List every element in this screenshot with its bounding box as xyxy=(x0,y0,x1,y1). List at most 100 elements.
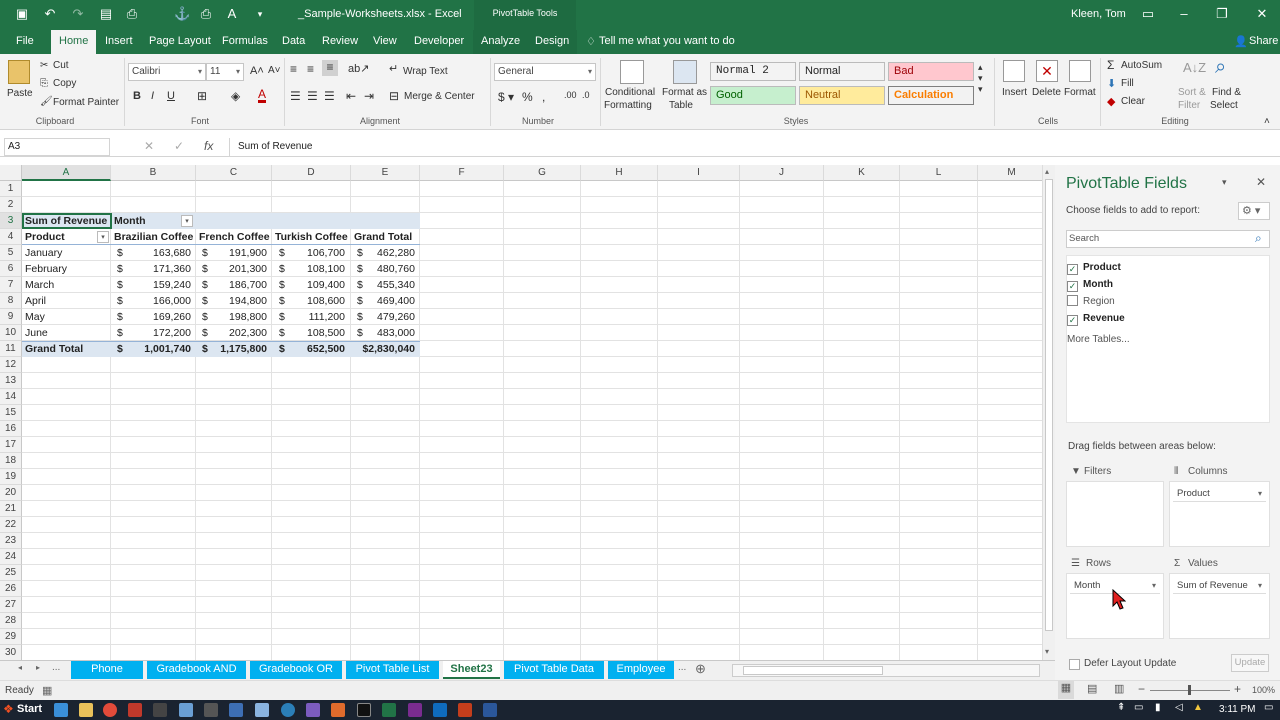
format-cells-button[interactable]: Format xyxy=(1064,87,1096,98)
outlook-icon[interactable] xyxy=(433,703,447,717)
styles-scroll-icon[interactable]: ▴ ▾ ▾ xyxy=(978,62,983,95)
row-header-16[interactable]: 16 xyxy=(0,421,22,437)
style-normal-2[interactable]: Normal 2 xyxy=(710,62,796,81)
number-format-select[interactable]: General xyxy=(494,63,596,81)
style-good[interactable]: Good xyxy=(710,86,796,105)
filters-drop-area[interactable] xyxy=(1066,481,1164,547)
row-header-12[interactable]: 12 xyxy=(0,357,22,373)
insert-function-icon[interactable]: fx xyxy=(204,139,213,153)
new-file-icon[interactable]: ▤ xyxy=(98,6,114,22)
field-region[interactable]: Region xyxy=(1067,294,1115,310)
row-header-14[interactable]: 14 xyxy=(0,389,22,405)
row-header-27[interactable]: 27 xyxy=(0,597,22,613)
sheet-tab-employee[interactable]: Employee E xyxy=(608,661,674,679)
grand-total-turkish[interactable]: 652,500 xyxy=(290,341,348,357)
align-right-icon[interactable]: ☰ xyxy=(324,89,335,103)
tab-home[interactable]: Home xyxy=(51,30,97,55)
pivot-row-grand-total[interactable]: 462,280 xyxy=(368,245,418,261)
format-painter-icon[interactable]: 🖌 xyxy=(40,96,53,107)
print-preview-icon[interactable]: ⎙ xyxy=(124,6,140,22)
defer-checkbox[interactable] xyxy=(1069,659,1080,670)
app-icon-6[interactable] xyxy=(179,703,193,717)
style-calculation[interactable]: Calculation xyxy=(888,86,974,105)
format-as-table-button[interactable]: Format as xyxy=(662,87,707,98)
select-all-corner[interactable] xyxy=(0,165,22,181)
pivot-value-cell[interactable]: 111,200 xyxy=(290,309,348,325)
font-color-icon[interactable]: A xyxy=(224,6,240,22)
pivot-value-cell[interactable]: 108,500 xyxy=(290,325,348,341)
paste-button[interactable]: Paste xyxy=(7,88,33,99)
powerpoint-icon[interactable] xyxy=(458,703,472,717)
redo-icon[interactable]: ↷ xyxy=(70,6,86,22)
pivot-value-cell[interactable]: 198,800 xyxy=(213,309,270,325)
borders-icon[interactable]: ⊞ xyxy=(197,89,207,103)
grand-total-brazilian[interactable]: 1,001,740 xyxy=(128,341,194,357)
merge-center-button[interactable]: Merge & Center xyxy=(404,91,475,102)
orientation-icon[interactable]: ab↗ xyxy=(348,62,369,75)
shrink-font-icon[interactable]: A˅ xyxy=(268,65,281,76)
cut-button[interactable]: Cut xyxy=(53,60,69,71)
sort-filter-label2[interactable]: Filter xyxy=(1178,100,1200,111)
app-icon-4[interactable] xyxy=(128,703,142,717)
enter-icon[interactable]: ✓ xyxy=(174,139,184,153)
checkbox-product[interactable]: ✓ xyxy=(1067,264,1078,275)
fill-icon[interactable]: ⬇ xyxy=(1107,77,1116,90)
app-icon-11[interactable] xyxy=(306,703,320,717)
columns-drop-area[interactable]: Product xyxy=(1169,481,1270,547)
find-select-icon[interactable]: ⌕ xyxy=(1215,56,1226,79)
formula-input[interactable]: Sum of Revenue xyxy=(229,138,1275,156)
horizontal-scrollbar[interactable] xyxy=(732,664,1040,677)
conditional-formatting-label2[interactable]: Formatting xyxy=(604,100,652,111)
notifications-icon[interactable]: ▭ xyxy=(1264,702,1273,713)
worksheet-grid[interactable]: ABCDEFGHIJKLM 1 2 3 4 5 6 7 8 9 10 11 12 13 14 15 16 17 1… xyxy=(0,165,1042,660)
field-search-box[interactable]: Search ⌕ xyxy=(1066,230,1270,248)
conditional-formatting-icon[interactable] xyxy=(620,60,644,84)
sheet-tab-gradebook-or[interactable]: Gradebook OR xyxy=(250,661,342,679)
paste-icon[interactable] xyxy=(8,60,30,84)
pivot-value-cell[interactable]: 169,260 xyxy=(128,309,194,325)
delete-cells-button[interactable]: Delete xyxy=(1032,87,1061,98)
close-icon[interactable]: ✕ xyxy=(1254,6,1270,22)
style-neutral[interactable]: Neutral xyxy=(799,86,885,105)
font-color-icon[interactable]: A xyxy=(258,88,267,103)
zoom-out-icon[interactable]: − xyxy=(1138,682,1145,696)
row-header-26[interactable]: 26 xyxy=(0,581,22,597)
values-drop-area[interactable]: Sum of Revenue xyxy=(1169,573,1270,639)
pivot-value-cell[interactable]: 109,400 xyxy=(290,277,348,293)
checkbox-revenue[interactable]: ✓ xyxy=(1067,315,1078,326)
pivot-header-brazilian[interactable]: Brazilian Coffee xyxy=(111,229,196,245)
print-icon[interactable]: ⎙ xyxy=(198,6,214,22)
increase-indent-icon[interactable]: ⇥ xyxy=(364,89,374,103)
zoom-slider-thumb[interactable] xyxy=(1188,685,1191,695)
pivot-value-cell[interactable]: 201,300 xyxy=(213,261,270,277)
column-filter-dropdown-icon[interactable]: ▾ xyxy=(181,215,193,227)
row-header-29[interactable]: 29 xyxy=(0,629,22,645)
row-header-9[interactable]: 9 xyxy=(0,309,22,325)
cut-icon[interactable]: ✂ xyxy=(40,60,48,71)
collapse-ribbon-icon[interactable]: ˄ xyxy=(1264,116,1270,127)
pivot-value-cell[interactable]: 159,240 xyxy=(128,277,194,293)
checkbox-region[interactable] xyxy=(1067,295,1078,306)
excel-taskbar-icon[interactable] xyxy=(382,703,396,717)
pane-close-icon[interactable]: ✕ xyxy=(1256,175,1266,189)
row-header-8[interactable]: 8 xyxy=(0,293,22,309)
style-normal[interactable]: Normal xyxy=(799,62,885,81)
format-as-table-icon[interactable] xyxy=(673,60,697,84)
pivot-row-january[interactable]: January xyxy=(22,245,111,261)
pivot-row-april[interactable]: April xyxy=(22,293,111,309)
tab-scroll-left-icon[interactable]: ◂ xyxy=(18,663,22,672)
column-header-c[interactable]: C xyxy=(196,165,272,181)
ie-icon[interactable] xyxy=(54,703,68,717)
wrap-text-icon[interactable]: ↵ xyxy=(389,62,398,75)
copy-icon[interactable]: ⎘ xyxy=(40,78,48,89)
more-tables-link[interactable]: More Tables... xyxy=(1067,334,1130,345)
align-middle-icon[interactable]: ≡ xyxy=(307,62,314,76)
column-header-i[interactable]: I xyxy=(658,165,740,181)
page-layout-view-icon[interactable]: ▤ xyxy=(1087,682,1097,695)
column-header-m[interactable]: M xyxy=(978,165,1042,181)
tab-file[interactable]: File xyxy=(8,30,42,54)
pivot-row-may[interactable]: May xyxy=(22,309,111,325)
bold-icon[interactable]: B xyxy=(133,90,141,102)
autosum-icon[interactable]: Σ xyxy=(1107,58,1114,72)
row-header-25[interactable]: 25 xyxy=(0,565,22,581)
